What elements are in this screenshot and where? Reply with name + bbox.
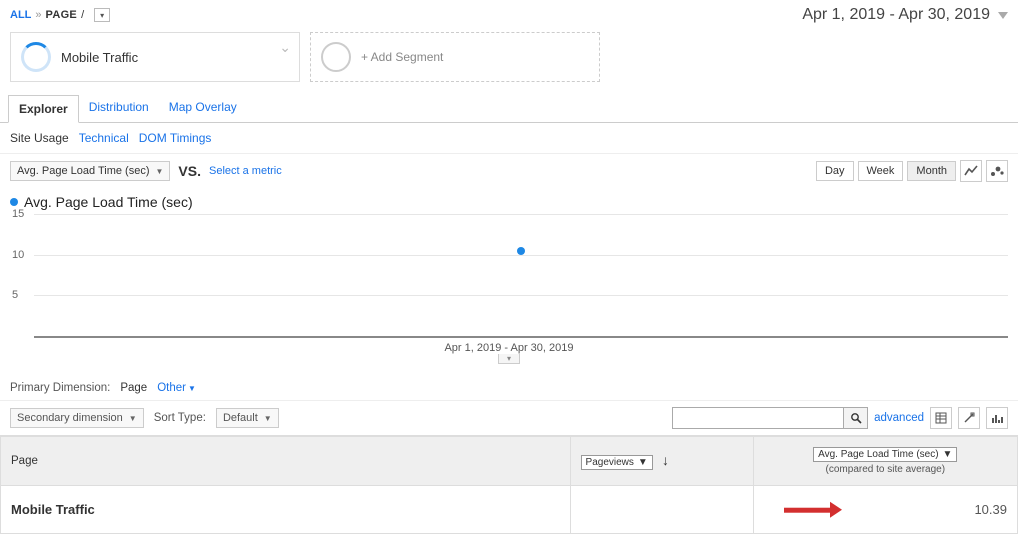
search-button[interactable] <box>843 408 867 428</box>
pageviews-metric-selector[interactable]: Pageviews ▼ <box>581 455 653 470</box>
sort-type-label: Sort Type: <box>154 412 206 424</box>
search-input[interactable] <box>673 408 843 428</box>
caret-down-icon <box>998 12 1008 19</box>
sort-type-selector[interactable]: Default ▼ <box>216 408 279 428</box>
performance-view-icon[interactable] <box>986 407 1008 429</box>
row-page-name: Mobile Traffic <box>11 502 95 517</box>
compared-label: (compared to site average) <box>764 464 1007 475</box>
secondary-dimension-label: Secondary dimension <box>17 412 123 424</box>
subtab-technical[interactable]: Technical <box>79 131 129 145</box>
primary-dimension-page[interactable]: Page <box>120 382 147 394</box>
breadcrumb-page-label: PAGE <box>46 9 78 21</box>
granularity-day-button[interactable]: Day <box>816 161 854 181</box>
add-segment-label: + Add Segment <box>361 50 443 64</box>
primary-dimension-other[interactable]: Other ▼ <box>157 382 196 394</box>
add-segment-button[interactable]: + Add Segment <box>310 32 600 82</box>
y-tick-10: 10 <box>12 249 24 261</box>
sort-type-value: Default <box>223 412 258 424</box>
chevron-down-icon: ⌄ <box>279 39 291 56</box>
chart-x-label: Apr 1, 2019 - Apr 30, 2019 <box>444 342 573 354</box>
secondary-dimension-selector[interactable]: Secondary dimension ▼ <box>10 408 144 428</box>
primary-metric-selector[interactable]: Avg. Page Load Time (sec) ▼ <box>10 161 170 181</box>
caret-down-icon: ▼ <box>129 414 137 423</box>
chevron-right-icon: » <box>35 9 41 21</box>
vs-label: VS. <box>178 163 201 179</box>
tab-explorer[interactable]: Explorer <box>8 95 79 123</box>
caret-down-icon: ▼ <box>943 449 953 460</box>
path-selector-button[interactable]: ▾ <box>94 8 110 22</box>
breadcrumb-slash: / <box>81 9 84 21</box>
tab-distribution[interactable]: Distribution <box>79 94 159 122</box>
caret-down-icon: ▼ <box>264 414 272 423</box>
data-point[interactable] <box>517 247 525 255</box>
subtab-site-usage[interactable]: Site Usage <box>10 131 69 145</box>
y-tick-5: 5 <box>12 289 18 301</box>
table-row: Mobile Traffic 10.39 <box>1 486 1018 534</box>
date-range-picker[interactable]: Apr 1, 2019 - Apr 30, 2019 <box>802 6 1008 24</box>
search-box <box>672 407 868 429</box>
expand-chart-button[interactable]: ▾ <box>498 354 520 364</box>
select-metric-button[interactable]: Select a metric <box>209 165 282 177</box>
advanced-link[interactable]: advanced <box>874 412 924 424</box>
primary-dimension-label: Primary Dimension: <box>10 382 110 394</box>
segment-label: Mobile Traffic <box>61 50 138 65</box>
data-table: Page Pageviews ▼ ↓ Avg. Page Load Time (… <box>0 436 1018 534</box>
granularity-month-button[interactable]: Month <box>907 161 956 181</box>
column-header-page[interactable]: Page <box>1 437 571 486</box>
granularity-week-button[interactable]: Week <box>858 161 904 181</box>
caret-down-icon: ▼ <box>638 457 648 468</box>
segment-donut-icon <box>21 42 51 72</box>
segment-circle-icon <box>321 42 351 72</box>
segment-mobile-traffic[interactable]: Mobile Traffic ⌄ <box>10 32 300 82</box>
chart-title: Avg. Page Load Time (sec) <box>24 194 193 210</box>
line-chart-icon[interactable] <box>960 160 982 182</box>
breadcrumb-all[interactable]: ALL <box>10 9 31 21</box>
search-icon <box>850 412 862 424</box>
row-metric-value: 10.39 <box>974 502 1007 517</box>
series-dot-icon <box>10 198 18 206</box>
date-range-label: Apr 1, 2019 - Apr 30, 2019 <box>802 6 990 24</box>
load-time-metric-selector[interactable]: Avg. Page Load Time (sec) ▼ <box>813 447 957 462</box>
y-tick-15: 15 <box>12 208 24 220</box>
tab-map-overlay[interactable]: Map Overlay <box>159 94 247 122</box>
primary-metric-label: Avg. Page Load Time (sec) <box>17 165 149 177</box>
arrow-right-icon <box>784 501 842 518</box>
percentage-view-icon[interactable] <box>958 407 980 429</box>
sort-arrow-down-icon: ↓ <box>662 452 669 468</box>
caret-down-icon: ▼ <box>155 167 163 176</box>
breadcrumb: ALL » PAGE / ▾ <box>10 8 110 22</box>
table-view-icon[interactable] <box>930 407 952 429</box>
timeseries-chart: 15 10 5 <box>34 214 1008 338</box>
motion-chart-icon[interactable] <box>986 160 1008 182</box>
caret-down-icon: ▼ <box>188 384 196 393</box>
column-header-metric[interactable]: Avg. Page Load Time (sec) ▼ (compared to… <box>753 437 1017 486</box>
column-header-pageviews[interactable]: Pageviews ▼ ↓ <box>570 437 753 486</box>
subtab-dom-timings[interactable]: DOM Timings <box>139 131 212 145</box>
